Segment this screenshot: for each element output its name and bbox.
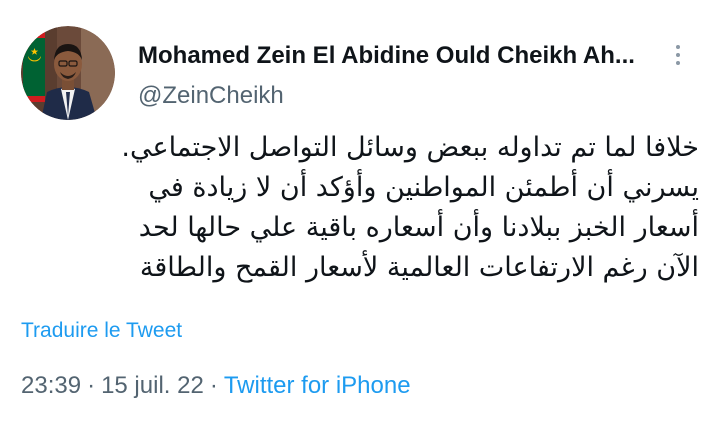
tweet-card: Mohamed Zein El Abidine Ould Cheikh Ah..… — [0, 0, 720, 427]
more-vertical-icon — [676, 45, 680, 49]
tweet-text-line: خلافا لما تم تداوله ببعض وسائل التواصل ا… — [121, 132, 699, 163]
author-names: Mohamed Zein El Abidine Ould Cheikh Ah..… — [138, 42, 660, 110]
tweet-header: Mohamed Zein El Abidine Ould Cheikh Ah..… — [21, 26, 700, 120]
translate-tweet-link[interactable]: Traduire le Tweet — [21, 318, 182, 344]
meta-separator: · — [209, 372, 218, 399]
avatar[interactable] — [21, 26, 115, 120]
more-vertical-icon-dot — [676, 53, 680, 57]
more-vertical-icon-dot — [676, 61, 680, 65]
tweet-text-line: أسعار الخبز ببلادنا وأن أسعاره باقية علي… — [138, 212, 699, 243]
author-display-name[interactable]: Mohamed Zein El Abidine Ould Cheikh Ah..… — [138, 42, 660, 70]
tweet-time[interactable]: 23:39 — [21, 372, 81, 399]
more-options-button[interactable] — [668, 42, 688, 70]
tweet-text: خلافا لما تم تداوله ببعض وسائل التواصل ا… — [21, 128, 699, 288]
tweet-metadata: 23:39 · 15 juil. 22 · Twitter for iPhone — [21, 371, 411, 401]
author-handle[interactable]: @ZeinCheikh — [138, 82, 660, 110]
meta-separator: · — [87, 372, 96, 399]
tweet-text-line: يسرني أن أطمئن المواطنين وأؤكد أن لا زيا… — [148, 172, 699, 203]
tweet-source-link[interactable]: Twitter for iPhone — [224, 372, 411, 399]
tweet-text-line: الآن رغم الارتفاعات العالمية لأسعار القم… — [139, 252, 699, 283]
tweet-date[interactable]: 15 juil. 22 — [101, 372, 204, 399]
avatar-photo — [21, 26, 115, 120]
